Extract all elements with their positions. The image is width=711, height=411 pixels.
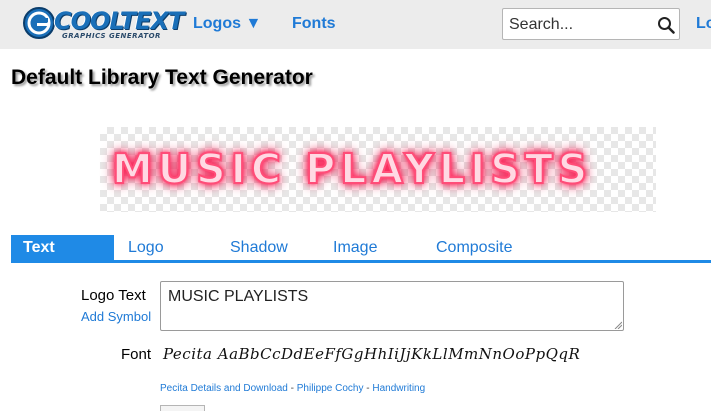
top-navigation-bar: COOLTEXT GRAPHICS GENERATOR Logos ▼ Font… — [0, 0, 711, 49]
resize-handle-icon[interactable] — [614, 321, 622, 329]
brand-tagline: GRAPHICS GENERATOR — [62, 32, 161, 40]
font-credit-separator: - — [287, 383, 297, 394]
tab-composite[interactable]: Composite — [436, 235, 512, 260]
font-label: Font — [121, 346, 152, 363]
font-category-link[interactable]: Handwriting — [372, 383, 425, 394]
search-icon[interactable] — [657, 16, 675, 34]
brand-name: COOLTEXT — [54, 7, 184, 35]
page-title: Default Library Text Generator — [11, 66, 313, 89]
tab-text[interactable]: Text — [11, 235, 114, 260]
preview-logo-text: MUSIC PLAYLISTS — [111, 144, 593, 194]
logo-preview: MUSIC PLAYLISTS — [100, 127, 656, 212]
next-form-control[interactable] — [160, 405, 205, 411]
add-symbol-link[interactable]: Add Symbol — [81, 309, 151, 324]
font-sample-selector[interactable]: Pecita AaBbCcDdEeFfGgHhIiJjKkLlMmNnOoPpQ… — [163, 345, 580, 363]
editor-tabs: Text Logo Shadow Image Composite — [11, 235, 711, 263]
cooltext-emblem-icon — [23, 7, 55, 39]
site-logo[interactable]: COOLTEXT GRAPHICS GENERATOR — [22, 6, 184, 44]
tab-shadow[interactable]: Shadow — [230, 235, 288, 260]
nav-logos-menu[interactable]: Logos ▼ — [193, 14, 261, 34]
logo-text-label: Logo Text — [81, 287, 146, 304]
font-credits: Pecita Details and Download - Philippe C… — [160, 383, 425, 394]
logo-text-input[interactable]: MUSIC PLAYLISTS — [160, 281, 624, 331]
tab-image[interactable]: Image — [333, 235, 377, 260]
font-author-link[interactable]: Philippe Cochy — [297, 383, 364, 394]
nav-login-link[interactable]: Lo — [696, 14, 711, 34]
search-box — [502, 8, 680, 40]
font-details-link[interactable]: Pecita Details and Download — [160, 383, 288, 394]
tab-logo[interactable]: Logo — [128, 235, 164, 260]
nav-fonts-link[interactable]: Fonts — [292, 14, 336, 34]
search-input[interactable] — [509, 15, 649, 35]
